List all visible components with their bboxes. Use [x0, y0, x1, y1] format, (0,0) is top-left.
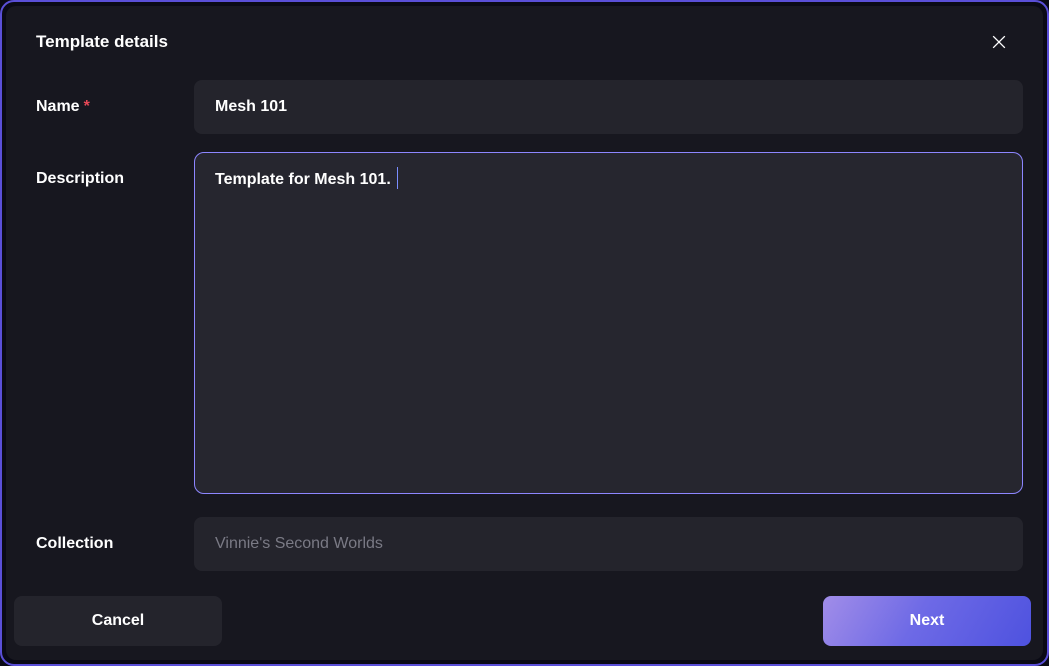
description-row: Description [36, 152, 1023, 499]
name-input[interactable] [194, 80, 1023, 134]
dialog-footer: Cancel Next [6, 582, 1043, 660]
collection-row: Collection Vinnie's Second Worlds [36, 517, 1023, 571]
collection-select[interactable]: Vinnie's Second Worlds [194, 517, 1023, 571]
collection-label: Collection [36, 535, 113, 552]
description-label: Description [36, 170, 124, 187]
close-icon [989, 32, 1009, 52]
template-details-dialog: Template details Name* Description [6, 6, 1043, 660]
description-input[interactable] [194, 152, 1023, 494]
cancel-button[interactable]: Cancel [14, 596, 222, 646]
dialog-header: Template details [6, 6, 1043, 74]
close-button[interactable] [985, 28, 1013, 56]
name-label: Name [36, 98, 80, 115]
dialog-content: Name* Description Collection Vinnie's Se… [6, 74, 1043, 582]
name-row: Name* [36, 80, 1023, 134]
text-caret [397, 167, 398, 189]
required-indicator: * [84, 98, 90, 115]
dialog-title: Template details [36, 32, 168, 52]
next-button[interactable]: Next [823, 596, 1031, 646]
